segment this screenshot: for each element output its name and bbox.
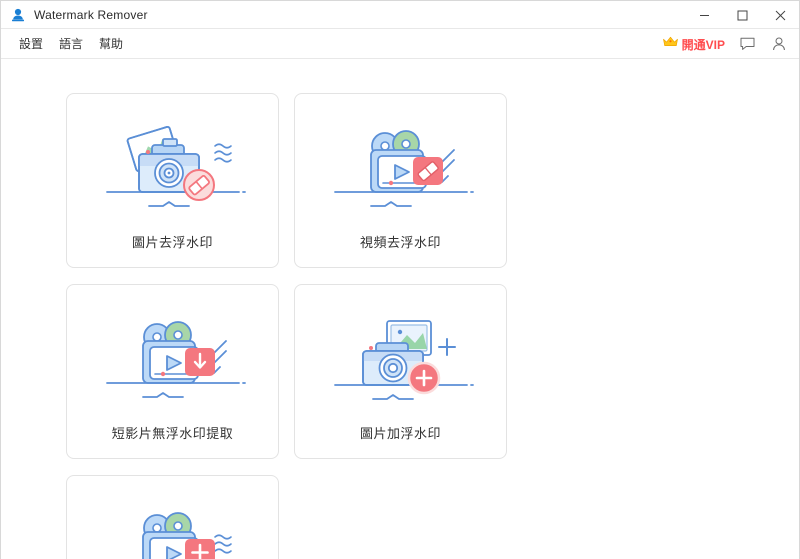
card-short-video-extract[interactable]: 短影片無浮水印提取 (66, 284, 279, 459)
stamp-icon (10, 7, 26, 23)
crown-icon (662, 35, 679, 53)
camera-plus-illustration (321, 303, 481, 413)
menu-help[interactable]: 幫助 (91, 31, 131, 56)
vip-button[interactable]: 開通VIP (662, 35, 725, 53)
close-button[interactable] (761, 1, 799, 29)
video-eraser-illustration (321, 112, 481, 222)
video-download-illustration (93, 303, 253, 413)
user-icon[interactable] (769, 34, 789, 54)
card-label: 視頻去浮水印 (359, 235, 441, 250)
menu-language[interactable]: 語言 (51, 31, 91, 56)
maximize-button[interactable] (723, 1, 761, 29)
feature-card-grid: 圖片去浮水印 視頻去浮水印 短影片無浮水印提取 圖片加浮水印 (66, 93, 734, 559)
vip-label: 開通VIP (681, 37, 725, 52)
minimize-button[interactable] (685, 1, 723, 29)
card-video-remove-watermark[interactable]: 視頻去浮水印 (294, 93, 507, 268)
menu-bar: 設置 語言 幫助 開通VIP (1, 29, 799, 59)
video-plus-illustration (93, 494, 253, 559)
card-video-add-watermark[interactable]: 視頻加浮水印 (66, 475, 279, 559)
card-image-add-watermark[interactable]: 圖片加浮水印 (294, 284, 507, 459)
chat-bubble-icon[interactable] (737, 34, 757, 54)
card-label: 圖片加浮水印 (359, 426, 441, 441)
window-controls (685, 1, 799, 29)
card-label: 短影片無浮水印提取 (111, 426, 234, 441)
application-window: Watermark Remover 設置 語言 幫助 開通VIP 圖片去浮水印 … (0, 0, 800, 559)
camera-eraser-illustration (93, 112, 253, 222)
title-bar: Watermark Remover (1, 1, 799, 29)
window-title: Watermark Remover (34, 7, 148, 22)
card-label: 圖片去浮水印 (131, 235, 213, 250)
menu-bar-right: 開通VIP (662, 29, 789, 59)
menu-items: 設置 語言 幫助 (11, 31, 131, 56)
card-image-remove-watermark[interactable]: 圖片去浮水印 (66, 93, 279, 268)
main-content: 圖片去浮水印 視頻去浮水印 短影片無浮水印提取 圖片加浮水印 (1, 59, 799, 559)
menu-settings[interactable]: 設置 (11, 31, 51, 56)
